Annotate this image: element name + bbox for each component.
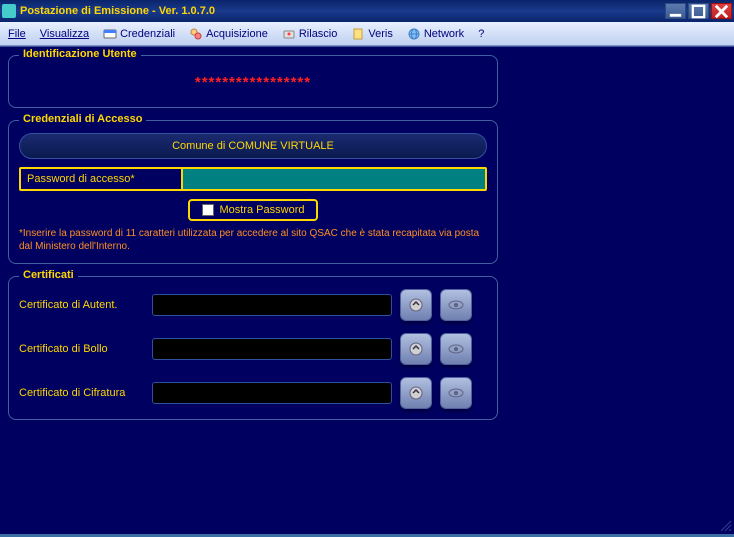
menubar: File Visualizza Credenziali Acquisizione… bbox=[0, 22, 734, 46]
credentials-icon bbox=[103, 27, 117, 41]
cert-autent-field[interactable] bbox=[152, 294, 392, 316]
veris-icon bbox=[351, 27, 365, 41]
show-password-label: Mostra Password bbox=[220, 204, 305, 216]
cert-label: Certificato di Autent. bbox=[19, 299, 144, 311]
identificazione-value: ***************** bbox=[19, 68, 487, 97]
certificati-fieldset: Certificati Certificato di Autent. Certi… bbox=[8, 276, 498, 420]
cert-cifratura-view-button[interactable] bbox=[440, 377, 472, 409]
window-controls bbox=[665, 3, 732, 19]
titlebar: Postazione di Emissione - Ver. 1.0.7.0 bbox=[0, 0, 734, 22]
network-icon bbox=[407, 27, 421, 41]
certificati-legend: Certificati bbox=[19, 269, 78, 281]
maximize-button[interactable] bbox=[688, 3, 709, 19]
content-area: Identificazione Utente *****************… bbox=[0, 46, 734, 534]
menu-visualizza[interactable]: Visualizza bbox=[40, 28, 89, 40]
app-window: Postazione di Emissione - Ver. 1.0.7.0 F… bbox=[0, 0, 734, 534]
cert-label: Certificato di Cifratura bbox=[19, 387, 144, 399]
minimize-button[interactable] bbox=[665, 3, 686, 19]
show-password-toggle[interactable]: Mostra Password bbox=[188, 199, 319, 221]
credenziali-legend: Credenziali di Accesso bbox=[19, 113, 146, 125]
menu-credenziali[interactable]: Credenziali bbox=[103, 27, 175, 41]
app-icon bbox=[2, 4, 16, 18]
cert-bollo-field[interactable] bbox=[152, 338, 392, 360]
menu-veris[interactable]: Veris bbox=[351, 27, 392, 41]
checkbox-icon bbox=[202, 204, 214, 216]
menu-acquisizione[interactable]: Acquisizione bbox=[189, 27, 268, 41]
resize-grip-icon[interactable] bbox=[718, 518, 732, 532]
password-row: Password di accesso* bbox=[19, 167, 487, 191]
menu-rilascio[interactable]: Rilascio bbox=[282, 27, 338, 41]
release-icon bbox=[282, 27, 296, 41]
cert-cifratura-load-button[interactable] bbox=[400, 377, 432, 409]
cert-autent-load-button[interactable] bbox=[400, 289, 432, 321]
cert-row-cifratura: Certificato di Cifratura bbox=[19, 377, 487, 409]
menu-help[interactable]: ? bbox=[478, 28, 484, 40]
cert-row-autent: Certificato di Autent. bbox=[19, 289, 487, 321]
cert-label: Certificato di Bollo bbox=[19, 343, 144, 355]
cert-row-bollo: Certificato di Bollo bbox=[19, 333, 487, 365]
password-input[interactable] bbox=[181, 169, 485, 189]
window-title: Postazione di Emissione - Ver. 1.0.7.0 bbox=[20, 5, 665, 17]
password-hint: *Inserire la password di 11 caratteri ut… bbox=[19, 227, 487, 253]
credenziali-fieldset: Credenziali di Accesso Comune di COMUNE … bbox=[8, 120, 498, 264]
identificazione-fieldset: Identificazione Utente ***************** bbox=[8, 55, 498, 108]
cert-bollo-load-button[interactable] bbox=[400, 333, 432, 365]
password-label: Password di accesso* bbox=[21, 169, 181, 189]
comune-display: Comune di COMUNE VIRTUALE bbox=[19, 133, 487, 159]
close-button[interactable] bbox=[711, 3, 732, 19]
cert-cifratura-field[interactable] bbox=[152, 382, 392, 404]
menu-file[interactable]: File bbox=[8, 28, 26, 40]
cert-bollo-view-button[interactable] bbox=[440, 333, 472, 365]
identificazione-legend: Identificazione Utente bbox=[19, 48, 141, 60]
cert-autent-view-button[interactable] bbox=[440, 289, 472, 321]
menu-network[interactable]: Network bbox=[407, 27, 464, 41]
acquisition-icon bbox=[189, 27, 203, 41]
